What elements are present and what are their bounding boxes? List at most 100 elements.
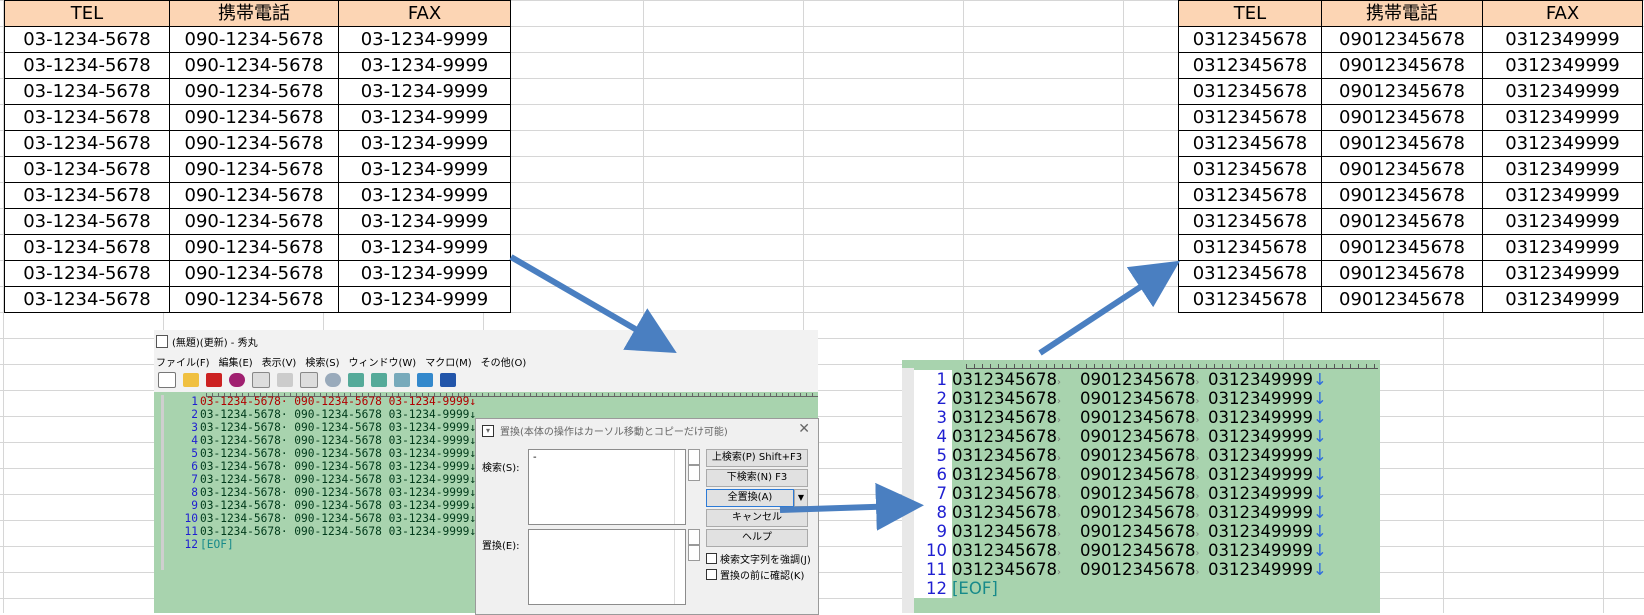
table-cell[interactable]: 090-1234-5678 bbox=[169, 234, 339, 261]
search-input[interactable]: - bbox=[528, 449, 686, 525]
table-cell[interactable]: 0312349999 bbox=[1482, 156, 1643, 183]
search-up-button[interactable]: 上検索(P) Shift+F3 bbox=[706, 449, 808, 467]
dialog-menu-icon[interactable]: ▾ bbox=[482, 424, 494, 437]
search-up-icon[interactable] bbox=[371, 373, 387, 387]
table-cell[interactable]: 0312345678 bbox=[1178, 52, 1322, 79]
table-cell[interactable]: 09012345678 bbox=[1321, 260, 1483, 287]
replace-input[interactable] bbox=[528, 529, 686, 605]
table-cell[interactable]: 03-1234-9999 bbox=[338, 286, 511, 313]
table-cell[interactable]: 0312349999 bbox=[1482, 104, 1643, 131]
table-cell[interactable]: 03-1234-5678 bbox=[4, 182, 170, 209]
paste-icon[interactable] bbox=[300, 372, 318, 388]
chevron-down-icon[interactable]: ▼ bbox=[794, 489, 808, 507]
table-cell[interactable]: 09012345678 bbox=[1321, 26, 1483, 53]
help-icon[interactable] bbox=[440, 373, 456, 387]
table-cell[interactable]: 03-1234-9999 bbox=[338, 78, 511, 105]
table-cell[interactable]: 03-1234-9999 bbox=[338, 130, 511, 157]
table-cell[interactable]: 0312345678 bbox=[1178, 156, 1322, 183]
table-cell[interactable]: 090-1234-5678 bbox=[169, 104, 339, 131]
table-cell[interactable]: 0312345678 bbox=[1178, 26, 1322, 53]
search-icon[interactable] bbox=[325, 373, 341, 387]
search-down-icon[interactable] bbox=[348, 373, 364, 387]
replace-scrollbar[interactable] bbox=[674, 530, 685, 604]
menu-item[interactable]: その他(O) bbox=[481, 354, 527, 369]
table-cell[interactable]: 09012345678 bbox=[1321, 78, 1483, 105]
grep-icon[interactable] bbox=[394, 373, 410, 387]
table-cell[interactable]: 03-1234-5678 bbox=[4, 52, 170, 79]
highlight-checkbox[interactable]: 検索文字列を強調(J) bbox=[706, 551, 811, 566]
table-cell[interactable]: 03-1234-5678 bbox=[4, 156, 170, 183]
table-cell[interactable]: 090-1234-5678 bbox=[169, 208, 339, 235]
column-header[interactable]: TEL bbox=[1178, 0, 1322, 27]
menu-item[interactable]: ウィンドウ(W) bbox=[349, 354, 417, 369]
table-cell[interactable]: 03-1234-9999 bbox=[338, 104, 511, 131]
menu-item[interactable]: ファイル(F) bbox=[156, 354, 210, 369]
table-cell[interactable]: 09012345678 bbox=[1321, 234, 1483, 261]
column-header[interactable]: TEL bbox=[4, 0, 170, 27]
table-cell[interactable]: 0312345678 bbox=[1178, 182, 1322, 209]
replace-all-button[interactable]: 全置換(A) bbox=[706, 489, 794, 507]
menu-item[interactable]: 編集(E) bbox=[219, 354, 253, 369]
table-cell[interactable]: 0312345678 bbox=[1178, 130, 1322, 157]
search-history-up[interactable] bbox=[688, 449, 700, 465]
table-cell[interactable]: 03-1234-5678 bbox=[4, 78, 170, 105]
table-cell[interactable]: 03-1234-5678 bbox=[4, 130, 170, 157]
table-cell[interactable]: 03-1234-5678 bbox=[4, 26, 170, 53]
cancel-button[interactable]: キャンセル bbox=[706, 509, 808, 527]
table-cell[interactable]: 03-1234-5678 bbox=[4, 260, 170, 287]
new-file-icon[interactable] bbox=[158, 372, 176, 388]
table-cell[interactable]: 03-1234-5678 bbox=[4, 234, 170, 261]
table-cell[interactable]: 090-1234-5678 bbox=[169, 182, 339, 209]
table-cell[interactable]: 09012345678 bbox=[1321, 208, 1483, 235]
table-cell[interactable]: 03-1234-5678 bbox=[4, 104, 170, 131]
table-cell[interactable]: 0312345678 bbox=[1178, 234, 1322, 261]
column-header[interactable]: FAX bbox=[338, 0, 511, 27]
table-cell[interactable]: 0312349999 bbox=[1482, 286, 1643, 313]
table-cell[interactable]: 090-1234-5678 bbox=[169, 52, 339, 79]
help-button[interactable]: ヘルプ bbox=[706, 529, 808, 547]
table-cell[interactable]: 09012345678 bbox=[1321, 104, 1483, 131]
table-cell[interactable]: 03-1234-9999 bbox=[338, 52, 511, 79]
confirm-checkbox[interactable]: 置換の前に確認(K) bbox=[706, 567, 804, 582]
search-down-button[interactable]: 下検索(N) F3 bbox=[706, 469, 808, 487]
table-cell[interactable]: 0312349999 bbox=[1482, 52, 1643, 79]
table-cell[interactable]: 0312349999 bbox=[1482, 260, 1643, 287]
menu-item[interactable]: 検索(S) bbox=[305, 354, 339, 369]
table-cell[interactable]: 0312345678 bbox=[1178, 260, 1322, 287]
checkbox-icon[interactable] bbox=[706, 553, 717, 564]
checkbox-icon[interactable] bbox=[706, 569, 717, 580]
table-cell[interactable]: 03-1234-9999 bbox=[338, 156, 511, 183]
editor-left-text[interactable]: 1 03-1234-5678· 090-1234-5678 03-1234-999… bbox=[154, 395, 476, 570]
undo-icon[interactable] bbox=[229, 373, 245, 387]
open-folder-icon[interactable] bbox=[183, 373, 199, 387]
table-cell[interactable]: 09012345678 bbox=[1321, 182, 1483, 209]
search-history-down[interactable] bbox=[688, 465, 700, 481]
table-cell[interactable]: 0312349999 bbox=[1482, 26, 1643, 53]
editor-right-text[interactable]: 1 0312345678› 09012345678› 0312349999↓ 2 0312… bbox=[914, 370, 1380, 598]
table-cell[interactable]: 0312349999 bbox=[1482, 130, 1643, 157]
table-cell[interactable]: 03-1234-9999 bbox=[338, 182, 511, 209]
table-cell[interactable]: 0312349999 bbox=[1482, 208, 1643, 235]
table-cell[interactable]: 09012345678 bbox=[1321, 286, 1483, 313]
table-cell[interactable]: 03-1234-9999 bbox=[338, 234, 511, 261]
table-cell[interactable]: 09012345678 bbox=[1321, 156, 1483, 183]
table-cell[interactable]: 090-1234-5678 bbox=[169, 26, 339, 53]
table-cell[interactable]: 0312345678 bbox=[1178, 208, 1322, 235]
menu-item[interactable]: 表示(V) bbox=[262, 354, 297, 369]
table-cell[interactable]: 09012345678 bbox=[1321, 130, 1483, 157]
table-cell[interactable]: 03-1234-9999 bbox=[338, 26, 511, 53]
table-cell[interactable]: 03-1234-5678 bbox=[4, 286, 170, 313]
table-cell[interactable]: 090-1234-5678 bbox=[169, 78, 339, 105]
replace-history-up[interactable] bbox=[688, 529, 700, 545]
table-cell[interactable]: 0312349999 bbox=[1482, 234, 1643, 261]
save-icon[interactable] bbox=[206, 373, 222, 387]
table-cell[interactable]: 0312345678 bbox=[1178, 104, 1322, 131]
table-cell[interactable]: 090-1234-5678 bbox=[169, 286, 339, 313]
copy-icon[interactable] bbox=[252, 372, 270, 388]
table-cell[interactable]: 03-1234-9999 bbox=[338, 208, 511, 235]
replace-history-down[interactable] bbox=[688, 545, 700, 561]
window-icon[interactable] bbox=[417, 373, 433, 387]
column-header[interactable]: 携帯電話 bbox=[1321, 0, 1483, 27]
menu-item[interactable]: マクロ(M) bbox=[425, 354, 471, 369]
table-cell[interactable]: 0312345678 bbox=[1178, 286, 1322, 313]
